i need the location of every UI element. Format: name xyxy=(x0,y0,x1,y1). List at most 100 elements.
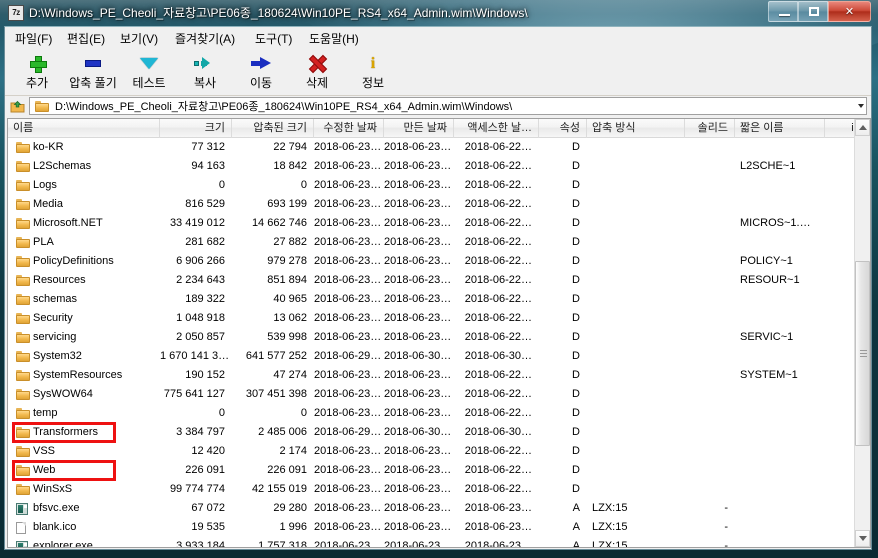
folder-icon xyxy=(16,484,30,495)
cell-short xyxy=(735,385,825,404)
cell-short xyxy=(735,347,825,366)
cell-solid xyxy=(685,271,735,290)
table-row[interactable]: System32 1 670 141 3… 641 577 252 2018-06-2… xyxy=(8,347,856,366)
cell-inode xyxy=(825,157,856,176)
table-row[interactable]: ko-KR 77 312 22 794 2018-06-23… 2018-06-23… 2… xyxy=(8,138,856,157)
file-name: servicing xyxy=(33,331,77,343)
column-header-created[interactable]: 만든 날짜 xyxy=(384,119,454,138)
table-row[interactable]: Resources 2 234 643 851 894 2018-06-23… 2018… xyxy=(8,271,856,290)
maximize-button[interactable] xyxy=(798,1,828,22)
cell-method: LZX:15 xyxy=(592,521,628,533)
column-header-modified[interactable]: 수정한 날짜 xyxy=(314,119,384,138)
folder-icon xyxy=(16,161,30,172)
table-row[interactable]: SysWOW64 775 641 127 307 451 398 2018-06-23… xyxy=(8,385,856,404)
cell-accessed: 2018-06-22… xyxy=(464,141,532,153)
column-header-short[interactable]: 짧은 이름 xyxy=(735,119,825,138)
cell-attr: A xyxy=(572,540,580,548)
cell-size: 190 152 xyxy=(185,369,225,381)
table-row[interactable]: PolicyDefinitions 6 906 266 979 278 2018-06… xyxy=(8,252,856,271)
cell-created: 2018-06-30… xyxy=(384,350,452,362)
cell-short xyxy=(735,499,825,518)
column-header-size[interactable]: 크기 xyxy=(160,119,232,138)
cell-created: 2018-06-23… xyxy=(384,236,452,248)
table-row[interactable]: Web 226 091 226 091 2018-06-23… 2018-06-23… 2… xyxy=(8,461,856,480)
cell-short: RESOUR~1 xyxy=(740,274,800,286)
cell-psize: 979 278 xyxy=(267,255,307,267)
cell-created: 2018-06-23… xyxy=(384,464,452,476)
table-row[interactable]: Logs 0 0 2018-06-23… 2018-06-23… 2018-06-22… D xyxy=(8,176,856,195)
cell-created: 2018-06-23… xyxy=(384,141,452,153)
toolbar-button-5[interactable]: 삭제 xyxy=(289,49,345,94)
table-row[interactable]: Media 816 529 693 199 2018-06-23… 2018-06-23… xyxy=(8,195,856,214)
toolbar-button-0[interactable]: 추가 xyxy=(9,49,65,94)
cell-psize: 539 998 xyxy=(267,331,307,343)
table-row[interactable]: Microsoft.NET 33 419 012 14 662 746 2018-06… xyxy=(8,214,856,233)
cell-inode xyxy=(825,518,856,537)
cell-size: 226 091 xyxy=(185,464,225,476)
toolbar-button-3[interactable]: 복사 xyxy=(177,49,233,94)
cell-created: 2018-06-23… xyxy=(384,521,452,533)
menu-item-4[interactable]: 도구(T) xyxy=(253,30,294,47)
table-row[interactable]: Security 1 048 918 13 062 2018-06-23… 2018-0… xyxy=(8,309,856,328)
column-header-name[interactable]: 이름 xyxy=(8,119,160,138)
cell-solid xyxy=(685,423,735,442)
cell-accessed: 2018-06-22… xyxy=(464,407,532,419)
menu-item-2[interactable]: 보기(V) xyxy=(118,30,160,47)
address-combobox[interactable]: D:\Windows_PE_Cheoli_자료창고\PE06종_180624\W… xyxy=(29,97,867,115)
cell-solid xyxy=(685,404,735,423)
toolbar-button-4[interactable]: 이동 xyxy=(233,49,289,94)
menu-item-3[interactable]: 즐겨찾기(A) xyxy=(173,30,237,47)
cell-short: POLICY~1 xyxy=(740,255,793,267)
toolbar-button-1[interactable]: 압축 풀기 xyxy=(65,49,121,94)
title-bar[interactable]: 7z D:\Windows_PE_Cheoli_자료창고\PE06종_18062… xyxy=(0,0,878,26)
column-header-psize[interactable]: 압축된 크기 xyxy=(232,119,314,138)
table-row[interactable]: explorer.exe 3 933 184 1 757 318 2018-06-23… xyxy=(8,537,856,548)
cell-created: 2018-06-23… xyxy=(384,198,452,210)
vertical-scrollbar[interactable] xyxy=(854,119,870,547)
table-row[interactable]: PLA 281 682 27 882 2018-06-23… 2018-06-23… 20… xyxy=(8,233,856,252)
table-row[interactable]: WinSxS 99 774 774 42 155 019 2018-06-23… 201… xyxy=(8,480,856,499)
minimize-button[interactable] xyxy=(768,1,798,22)
cell-psize: 18 842 xyxy=(273,160,307,172)
cell-accessed: 2018-06-30… xyxy=(464,426,532,438)
close-button[interactable]: ✕ xyxy=(828,1,871,22)
up-folder-icon xyxy=(10,100,25,112)
menu-item-5[interactable]: 도움말(H) xyxy=(307,30,361,47)
chevron-down-icon[interactable] xyxy=(858,104,864,108)
toolbar-button-2[interactable]: 테스트 xyxy=(121,49,177,94)
menu-item-0[interactable]: 파일(F) xyxy=(13,30,54,47)
scroll-down-button[interactable] xyxy=(855,530,870,547)
file-rows-container: ko-KR 77 312 22 794 2018-06-23… 2018-06-23… 2… xyxy=(8,138,856,548)
cell-created: 2018-06-23… xyxy=(384,502,452,514)
vertical-scroll-thumb[interactable] xyxy=(855,261,870,446)
table-row[interactable]: blank.ico 19 535 1 996 2018-06-23… 2018-06-2… xyxy=(8,518,856,537)
app-icon: 7z xyxy=(8,5,24,21)
toolbar-button-6[interactable]: i 정보 xyxy=(345,49,401,94)
up-folder-button[interactable] xyxy=(9,98,26,114)
table-row[interactable]: Transformers 3 384 797 2 485 006 2018-06-29… xyxy=(8,423,856,442)
cell-attr: D xyxy=(572,160,580,172)
table-row[interactable]: temp 0 0 2018-06-23… 2018-06-23… 2018-06-22… D xyxy=(8,404,856,423)
table-row[interactable]: L2Schemas 94 163 18 842 2018-06-23… 2018-06-… xyxy=(8,157,856,176)
column-header-solid[interactable]: 솔리드 xyxy=(685,119,735,138)
cell-attr: D xyxy=(572,217,580,229)
info-icon: i xyxy=(370,54,376,72)
table-row[interactable]: schemas 189 322 40 965 2018-06-23… 2018-06-2… xyxy=(8,290,856,309)
table-row[interactable]: servicing 2 050 857 539 998 2018-06-23… 2018… xyxy=(8,328,856,347)
table-row[interactable]: VSS 12 420 2 174 2018-06-23… 2018-06-23… 2018… xyxy=(8,442,856,461)
cell-psize: 1 996 xyxy=(279,521,307,533)
folder-icon xyxy=(16,180,30,191)
table-row[interactable]: bfsvc.exe 67 072 29 280 2018-06-23… 2018-06-… xyxy=(8,499,856,518)
cell-short xyxy=(735,195,825,214)
menu-item-1[interactable]: 편집(E) xyxy=(65,30,107,47)
cell-created: 2018-06-23… xyxy=(384,293,452,305)
table-row[interactable]: SystemResources 190 152 47 274 2018-06-23… 2… xyxy=(8,366,856,385)
cell-method xyxy=(587,252,685,271)
column-header-accessed[interactable]: 액세스한 날… xyxy=(454,119,539,138)
scroll-up-button[interactable] xyxy=(855,119,870,136)
column-header-method[interactable]: 압축 방식 xyxy=(587,119,685,138)
folder-icon xyxy=(16,218,30,229)
column-header-attr[interactable]: 속성 xyxy=(539,119,587,138)
cell-short: SERVIC~1 xyxy=(740,331,794,343)
cell-created: 2018-06-23… xyxy=(384,369,452,381)
